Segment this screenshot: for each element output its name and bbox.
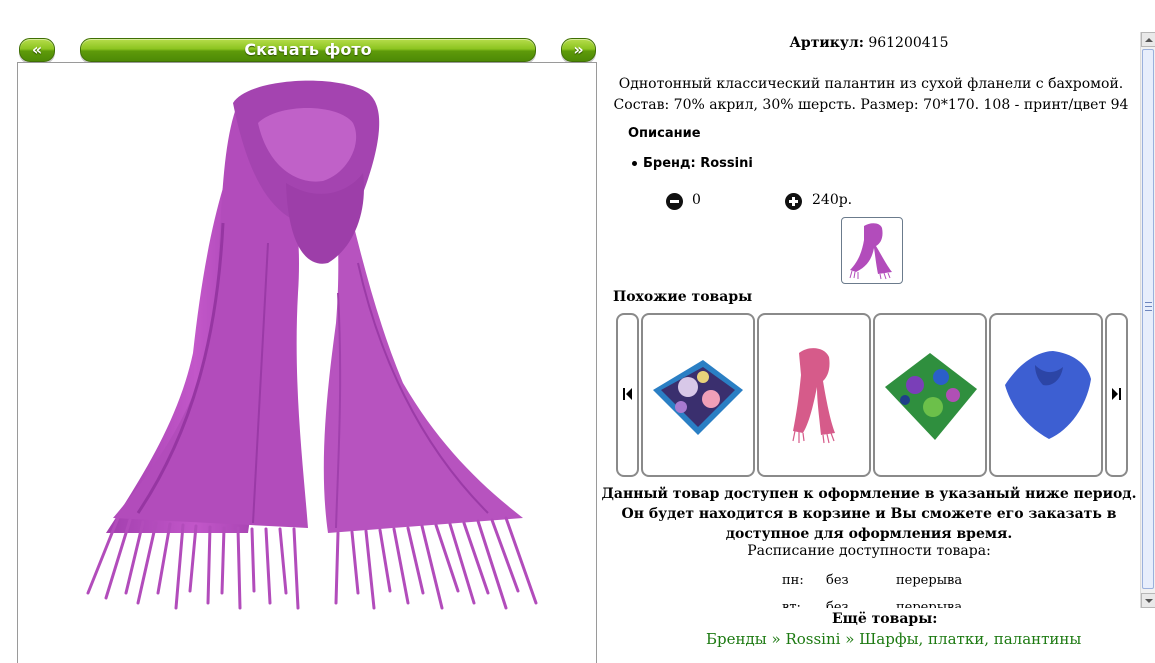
breadcrumb-separator: » (771, 630, 781, 648)
similar-product-1[interactable] (641, 313, 755, 477)
price-value: 240р. (812, 192, 853, 208)
scrollbar-thumb[interactable] (1142, 49, 1154, 589)
breadcrumb-separator: » (845, 630, 855, 648)
breadcrumb: Бренды » Rossini » Шарфы, платки, палант… (706, 630, 1081, 648)
article-line: Артикул: 961200415 (600, 35, 1138, 51)
availability-notice: Данный товар доступен к оформление в ука… (601, 486, 1137, 542)
schedule-from: без (826, 600, 849, 608)
green-print-scarf-image (885, 353, 977, 440)
bullet-icon (632, 161, 637, 166)
grip-icon (1145, 302, 1152, 311)
scroll-down-button[interactable] (1141, 593, 1155, 608)
similar-product-4[interactable] (989, 313, 1103, 477)
similar-product-2[interactable] (757, 313, 871, 477)
similar-products-title: Похожие товары (613, 289, 753, 305)
pink-scarf-image (792, 348, 835, 444)
breadcrumb-scarves[interactable]: Шарфы, платки, палантины (859, 630, 1081, 648)
description-heading: Описание (628, 126, 701, 141)
next-photo-button[interactable]: » (561, 38, 596, 62)
download-photo-button[interactable]: Скачать фото (80, 38, 536, 62)
brand-list-item: Бренд: Rossini (632, 156, 753, 171)
arrow-up-icon (1145, 38, 1153, 42)
prev-photo-button[interactable]: « (19, 38, 55, 62)
increase-quantity-icon[interactable] (785, 193, 802, 210)
photo-thumbnail[interactable] (841, 217, 903, 284)
skip-forward-icon (1112, 388, 1121, 400)
schedule-to: перерыва (896, 573, 963, 588)
schedule-title: Расписание доступности товара: (747, 543, 991, 559)
product-photo (86, 80, 538, 610)
article-label: Артикул: (789, 35, 864, 51)
blue-scarf-image (1005, 351, 1091, 439)
quantity-value: 0 (692, 192, 701, 208)
vertical-scrollbar[interactable] (1140, 32, 1155, 608)
scarf-print-image (653, 360, 743, 435)
carousel-prev-button[interactable] (616, 313, 639, 477)
similar-product-3[interactable] (873, 313, 987, 477)
product-description: Однотонный классический палантин из сухо… (613, 76, 1129, 113)
decrease-quantity-icon[interactable] (666, 193, 683, 210)
more-products-title: Ещё товары: (832, 611, 938, 627)
schedule-day: пн: (782, 573, 804, 588)
scroll-up-button[interactable] (1141, 32, 1155, 47)
product-photo-frame (17, 62, 597, 663)
carousel-next-button[interactable] (1105, 313, 1128, 477)
brand-label: Бренд: Rossini (643, 156, 753, 171)
thumbnail-scarf-image (849, 223, 892, 280)
schedule-day: вт: (782, 600, 801, 608)
product-details-panel: Артикул: 961200415 Однотонный классическ… (600, 30, 1138, 608)
schedule-from: без (826, 573, 849, 588)
arrow-down-icon (1145, 599, 1153, 603)
schedule-to: перерыва (896, 600, 963, 608)
skip-back-icon (623, 388, 632, 400)
breadcrumb-brands[interactable]: Бренды (706, 630, 767, 648)
breadcrumb-rossini[interactable]: Rossini (785, 630, 840, 648)
article-value: 961200415 (868, 35, 949, 51)
